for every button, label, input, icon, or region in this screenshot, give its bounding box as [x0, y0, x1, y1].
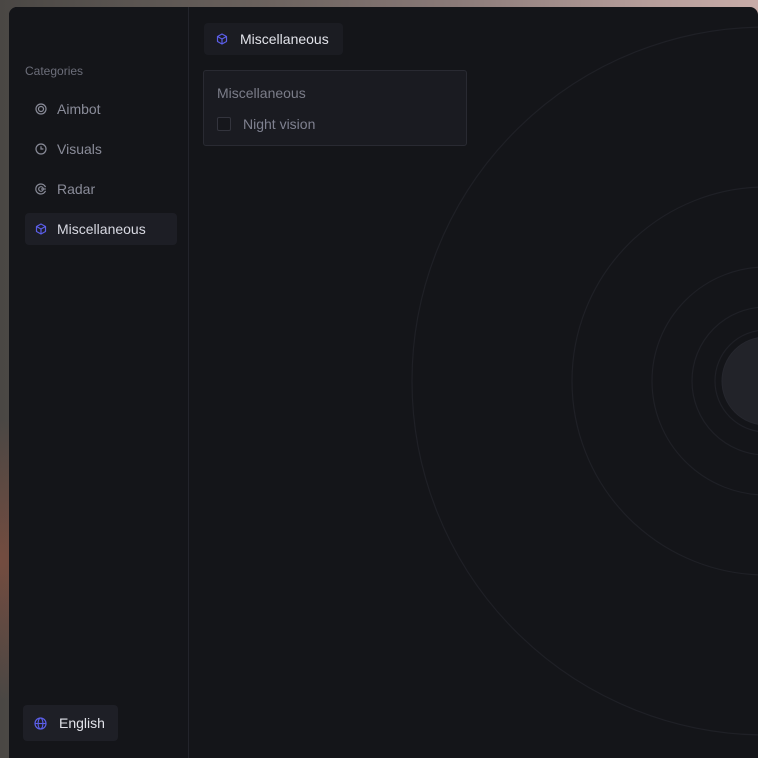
language-button[interactable]: English: [23, 705, 118, 741]
cube-icon: [35, 223, 47, 235]
night-vision-label: Night vision: [243, 116, 316, 132]
globe-icon: [34, 716, 47, 730]
radar-icon: [35, 183, 47, 195]
sidebar-item-radar[interactable]: Radar: [25, 173, 177, 205]
sidebar-item-label: Aimbot: [57, 101, 101, 117]
sidebar-item-label: Radar: [57, 181, 96, 197]
night-vision-option[interactable]: Night vision: [217, 116, 315, 132]
card-title: Miscellaneous: [217, 85, 306, 101]
sidebar: Categories Aimbot Visuals Radar Miscella…: [9, 7, 189, 758]
sidebar-item-label: Miscellaneous: [57, 221, 146, 237]
main-panel: Miscellaneous Miscellaneous Night vision: [189, 7, 758, 758]
sidebar-item-aimbot[interactable]: Aimbot: [25, 93, 177, 125]
night-vision-checkbox[interactable]: [217, 117, 231, 131]
sidebar-title: Categories: [25, 64, 84, 78]
language-label: English: [59, 715, 105, 731]
tab-label: Miscellaneous: [240, 31, 329, 47]
sidebar-item-visuals[interactable]: Visuals: [25, 133, 177, 165]
cube-icon: [216, 33, 228, 45]
target-icon: [35, 103, 47, 115]
sidebar-item-miscellaneous[interactable]: Miscellaneous: [25, 213, 177, 245]
settings-card: Miscellaneous Night vision: [203, 70, 467, 146]
sidebar-item-label: Visuals: [57, 141, 102, 157]
clock-icon: [35, 143, 47, 155]
app-window: Categories Aimbot Visuals Radar Miscella…: [9, 7, 758, 758]
tab-miscellaneous[interactable]: Miscellaneous: [204, 23, 343, 55]
